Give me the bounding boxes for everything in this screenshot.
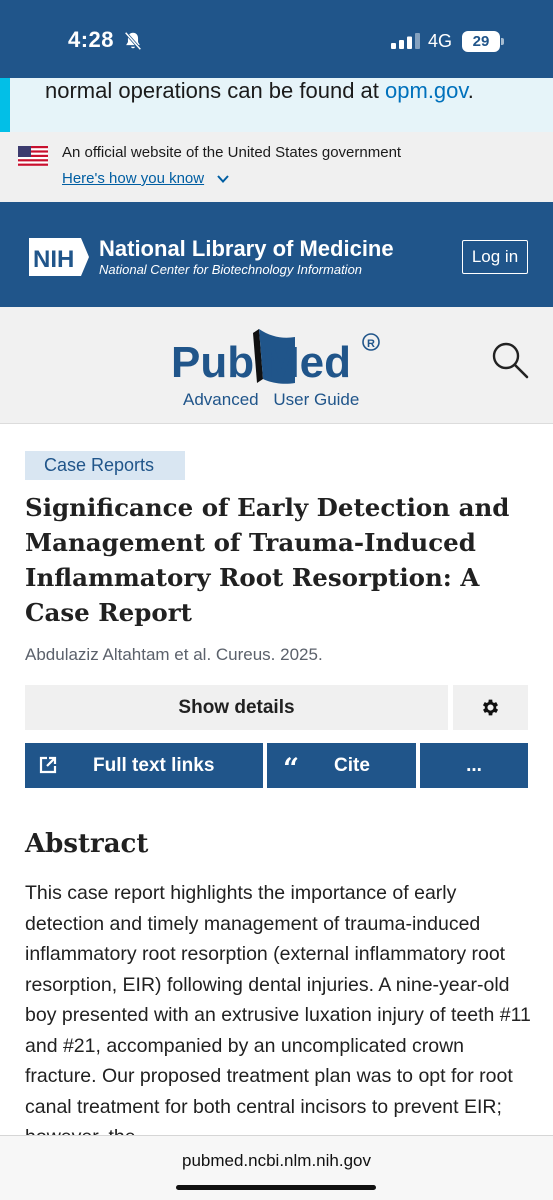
svg-text:Pub: Pub	[171, 338, 254, 387]
external-link-icon	[39, 756, 57, 774]
abstract-text: This case report highlights the importan…	[25, 882, 531, 1135]
full-text-links-button[interactable]: Full text links	[25, 743, 263, 788]
us-flag-icon	[18, 146, 48, 166]
advanced-link[interactable]: Advanced	[183, 390, 259, 409]
gear-icon	[482, 699, 499, 716]
cite-label: Cite	[334, 755, 370, 776]
gov-banner: An official website of the United States…	[0, 132, 553, 202]
pubmed-header: Pub Med R Advanced User Guide	[0, 307, 553, 424]
nih-subtitle: National Center for Biotechnology Inform…	[99, 262, 363, 277]
svg-text:Med: Med	[263, 338, 351, 387]
network-type: 4G	[428, 31, 453, 51]
svg-text:NIH: NIH	[33, 246, 74, 273]
show-details-button[interactable]: Show details	[25, 685, 448, 730]
pubmed-logo[interactable]: Pub Med R	[171, 323, 386, 389]
quote-icon: “	[283, 752, 300, 785]
publication-type-badge: Case Reports	[25, 451, 185, 480]
bell-muted-icon	[124, 31, 142, 51]
chevron-down-icon[interactable]	[216, 173, 230, 185]
svg-text:R: R	[367, 338, 375, 350]
pubmed-links: Advanced User Guide	[183, 390, 369, 410]
search-icon[interactable]	[490, 340, 530, 380]
article-authors[interactable]: Abdulaziz Altahtam et al. Cureus. 2025.	[25, 645, 323, 665]
alert-text: normal operations can be found at opm.go…	[45, 78, 474, 103]
nih-logo[interactable]: NIH	[27, 236, 91, 278]
full-text-links-label: Full text links	[93, 755, 215, 776]
abstract-heading: Abstract	[25, 829, 149, 859]
battery-icon: 29	[462, 31, 504, 52]
signal-icon	[391, 33, 420, 49]
status-time: 4:28	[68, 27, 115, 52]
article-title: Significance of Early Detection and Mana…	[25, 493, 510, 627]
more-actions-button[interactable]: ...	[420, 743, 528, 788]
how-you-know-link[interactable]: Here's how you know	[62, 170, 204, 187]
status-bar: 4:28 4G 29	[0, 0, 553, 78]
login-button[interactable]: Log in	[462, 240, 528, 274]
opm-link[interactable]: opm.gov	[385, 78, 468, 103]
url-text[interactable]: pubmed.ncbi.nlm.nih.gov	[0, 1151, 553, 1171]
alert-banner: normal operations can be found at opm.go…	[0, 78, 553, 132]
display-options-button[interactable]	[453, 685, 528, 730]
home-indicator[interactable]	[176, 1185, 376, 1190]
gov-banner-text: An official website of the United States…	[62, 144, 402, 161]
browser-url-bar: pubmed.ncbi.nlm.nih.gov	[0, 1135, 553, 1200]
battery-level: 29	[462, 31, 500, 52]
nih-title[interactable]: National Library of Medicine	[99, 236, 394, 262]
user-guide-link[interactable]: User Guide	[273, 390, 359, 409]
cite-button[interactable]: “ Cite	[267, 743, 416, 788]
